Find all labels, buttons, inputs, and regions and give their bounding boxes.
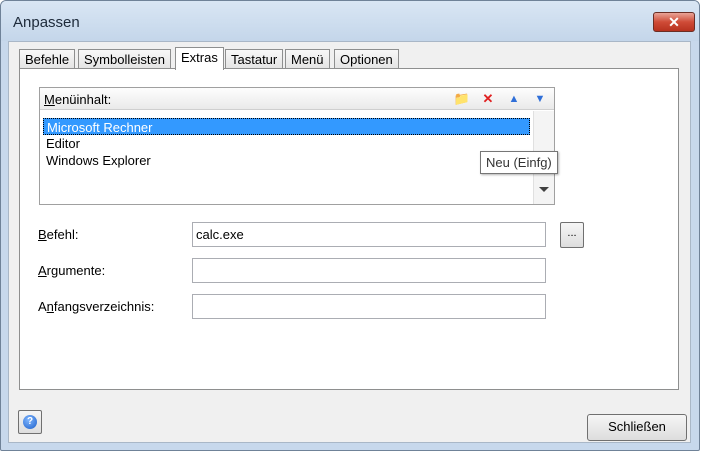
scroll-down-arrow-icon[interactable]	[539, 187, 549, 192]
list-item-editor[interactable]: Editor	[43, 135, 530, 152]
list-item-microsoft-rechner[interactable]: Microsoft Rechner	[43, 118, 530, 135]
delete-icon[interactable]: ✕	[478, 90, 498, 108]
help-icon: ?	[23, 415, 37, 429]
befehl-field[interactable]	[192, 222, 546, 247]
tab-menue[interactable]: Menü	[285, 49, 330, 69]
close-button[interactable]: Schließen	[587, 414, 687, 441]
tab-extras[interactable]: Extras	[175, 47, 224, 70]
tab-befehle[interactable]: Befehle	[19, 49, 76, 69]
menu-content-label: Menüinhalt:	[44, 92, 112, 107]
anfangsverzeichnis-field[interactable]	[192, 294, 546, 319]
move-down-icon[interactable]: ▼	[530, 90, 550, 108]
argumente-label: Argumente:	[38, 263, 106, 278]
befehl-label: Befehl:	[38, 227, 79, 242]
menu-content-list-box: Menüinhalt: 📁 ✕ ▲ ▼ Microsoft Rechner Ed…	[39, 87, 555, 205]
tab-tastatur[interactable]: Tastatur	[225, 49, 284, 69]
menu-content-header: Menüinhalt: 📁 ✕ ▲ ▼	[40, 88, 554, 110]
tab-symbolleisten[interactable]: Symbolleisten	[78, 49, 171, 69]
customize-dialog: Anpassen ✕ Befehle Symbolleisten Extras …	[0, 0, 700, 451]
move-up-icon[interactable]: ▲	[504, 90, 524, 108]
anfangsverzeichnis-label: Anfangsverzeichnis:	[38, 299, 155, 314]
title-bar[interactable]: Anpassen ✕	[1, 1, 699, 41]
new-item-tooltip: Neu (Einfg)	[480, 151, 558, 174]
tab-optionen[interactable]: Optionen	[334, 49, 399, 69]
new-folder-icon[interactable]: 📁	[452, 90, 472, 108]
help-button[interactable]: ?	[18, 410, 42, 434]
menu-content-list[interactable]: Microsoft Rechner Editor Windows Explore…	[41, 112, 533, 203]
list-item-windows-explorer[interactable]: Windows Explorer	[43, 152, 530, 169]
window-title: Anpassen	[13, 14, 80, 31]
argumente-field[interactable]	[192, 258, 546, 283]
extras-tab-panel: Menüinhalt: 📁 ✕ ▲ ▼ Microsoft Rechner Ed…	[19, 68, 679, 390]
browse-button[interactable]: ...	[560, 222, 584, 248]
window-close-button[interactable]: ✕	[653, 12, 695, 32]
dialog-client-area: Befehle Symbolleisten Extras Tastatur Me…	[8, 41, 691, 443]
